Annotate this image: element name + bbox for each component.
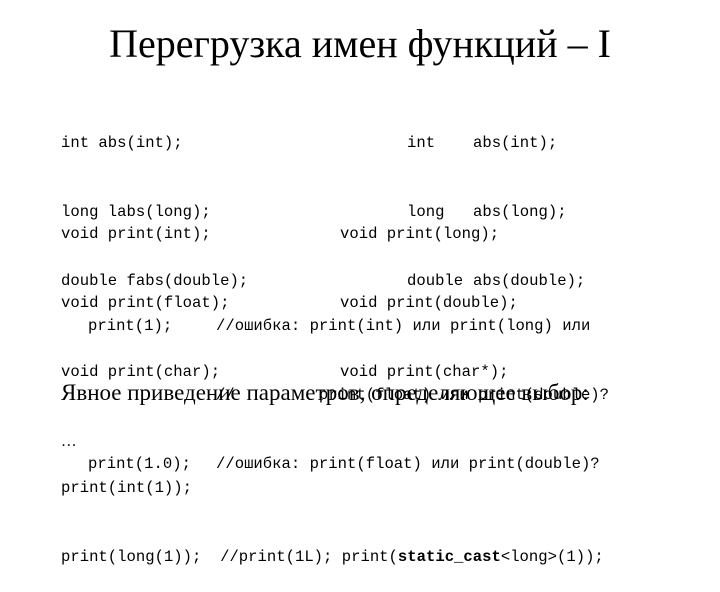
code-text: print(long(1)); — [61, 548, 202, 566]
code-line: abs(int); — [473, 134, 558, 152]
comment-line: //ошибка: print(int) или print(long) или — [216, 317, 591, 335]
code-line: void print(int); — [61, 225, 211, 243]
type-keyword: int — [407, 134, 436, 152]
call-line: print(1); — [88, 317, 173, 335]
code-line: void print(long); — [340, 225, 500, 243]
comment-text: <long>(1)); — [500, 548, 604, 566]
keyword-static-cast: static_cast — [397, 548, 501, 566]
explicit-cast-block: print(int(1)); print(long(1)); //print(1… — [61, 431, 604, 592]
code-line: print(long(1)); //print(1L); print(stati… — [61, 546, 604, 569]
code-line: print(int(1)); — [61, 479, 193, 497]
comment-text: //print(1L); print( — [220, 548, 398, 566]
slide-title: Перегрузка имен функций – I — [109, 21, 611, 66]
code-line: int abs(int); — [61, 134, 183, 152]
section-heading: Явное приведение параметров, определяюще… — [61, 380, 589, 405]
